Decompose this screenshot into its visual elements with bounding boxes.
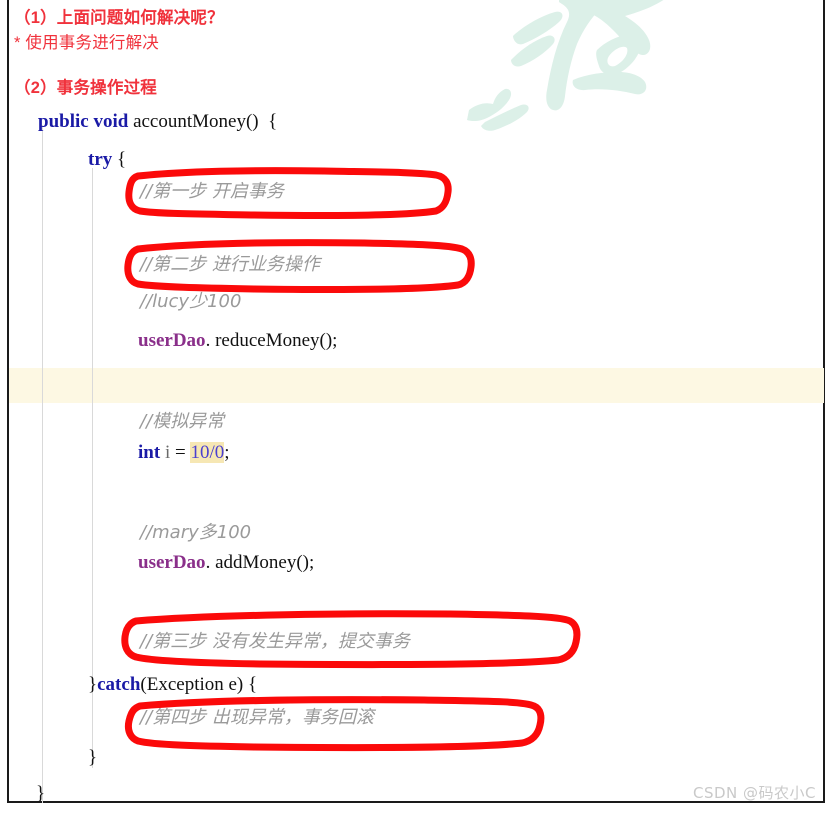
keyword-try: try	[88, 149, 113, 170]
reduce-call-tail: ();	[319, 330, 338, 351]
field-userdao-1: userDao	[138, 330, 206, 351]
field-userdao-2: userDao	[138, 552, 206, 573]
method-parens: ()	[245, 111, 259, 132]
code-layer: public void accountMoney() { try { //第一步…	[0, 0, 834, 813]
header-line-1: （1）上面问题如何解决呢？	[14, 9, 224, 27]
csdn-watermark-signature: CSDN @码农小C	[692, 784, 816, 802]
highlighted-expression-10-div-0: 10/0	[190, 442, 225, 463]
code-line-close-catch: }	[88, 747, 98, 768]
comment-step-1: //第一步 开启事务	[140, 181, 284, 202]
try-close-brace: }	[88, 674, 98, 695]
comment-lucy: //lucy少100	[140, 291, 242, 312]
comment-mary: //mary多100	[140, 522, 252, 543]
code-line-add-money: userDao. addMoney();	[138, 553, 314, 572]
header-annotation-block: （1）上面问题如何解决呢？ * 使用事务进行解决	[14, 6, 224, 56]
header-annotation-block-2: （2）事务操作过程	[14, 76, 157, 101]
code-line-method-signature: public void accountMoney() {	[38, 112, 277, 131]
method-addmoney: addMoney	[215, 552, 297, 573]
method-name-accountmoney: accountMoney	[133, 111, 246, 132]
comment-step-4: //第四步 出现异常，事务回滚	[140, 707, 374, 728]
keyword-int: int	[138, 442, 161, 463]
method-open-brace: {	[268, 111, 278, 132]
code-line-catch: }catch(Exception e) {	[88, 675, 257, 694]
code-line-close-method: }	[36, 783, 46, 804]
header-line-2: * 使用事务进行解决	[14, 34, 160, 52]
comment-step-3: //第三步 没有发生异常，提交事务	[140, 631, 410, 652]
catch-params: (Exception e)	[140, 674, 244, 695]
method-reducemoney: reduceMoney	[215, 330, 320, 351]
keyword-catch: catch	[97, 674, 141, 695]
screenshot-root: （1）上面问题如何解决呢？ * 使用事务进行解决 （2）事务操作过程 publi…	[0, 0, 834, 813]
try-open-brace: {	[117, 149, 127, 170]
code-line-int-division: int i = 10/0;	[138, 442, 230, 463]
comment-step-2: //第二步 进行业务操作	[140, 254, 320, 275]
assign-operator: =	[174, 442, 186, 463]
keyword-public: public	[38, 111, 89, 132]
int-semicolon: ;	[224, 442, 230, 463]
keyword-void: void	[93, 111, 129, 132]
code-line-reduce-money: userDao. reduceMoney();	[138, 331, 337, 350]
comment-mock-exception: //模拟异常	[140, 411, 225, 432]
catch-open-brace: {	[248, 674, 258, 695]
header-line-3: （2）事务操作过程	[14, 79, 157, 97]
add-call-tail: ();	[296, 552, 315, 573]
code-line-try: try {	[88, 150, 126, 169]
